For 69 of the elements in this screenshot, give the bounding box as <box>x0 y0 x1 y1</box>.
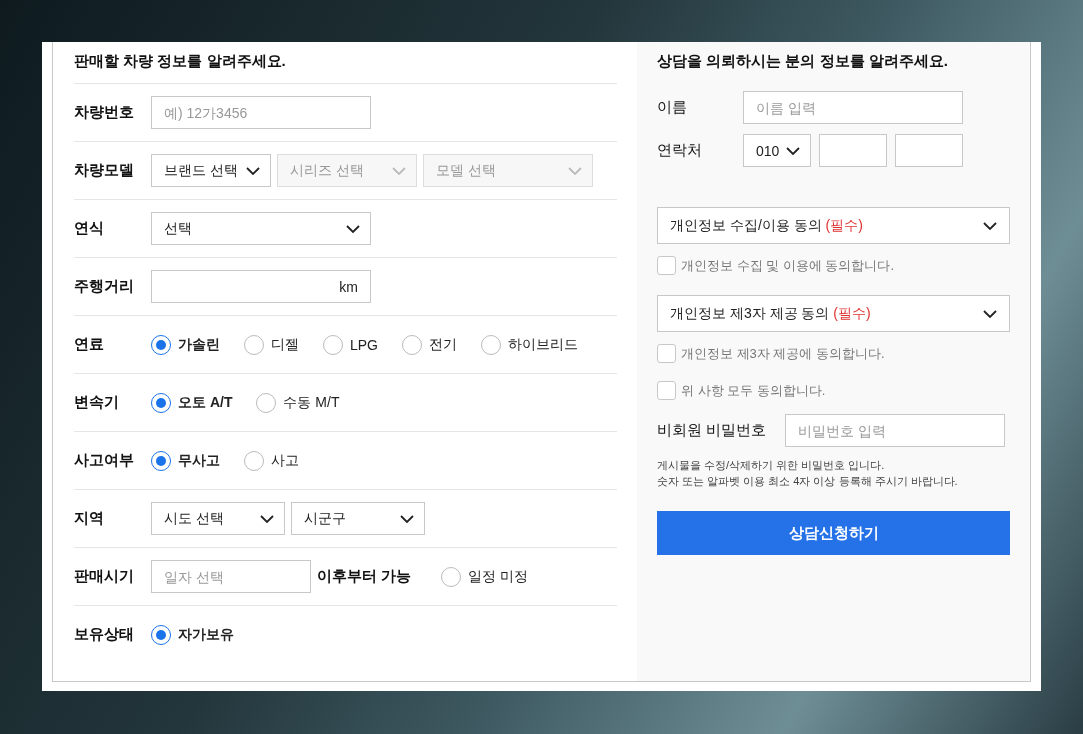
radio-button[interactable] <box>244 450 264 471</box>
password-note: 게시물을 수정/삭제하기 위한 비밀번호 입니다. 숫자 또는 알파벳 이용 최소 4자 이상 등록해 주시기 바랍니다. <box>657 458 959 489</box>
radio-button[interactable] <box>151 392 171 413</box>
chevron-down-icon <box>392 166 406 175</box>
dropdown-select[interactable]: 선택 <box>151 212 371 245</box>
radio-option[interactable]: 자가보유 <box>151 624 234 645</box>
phone-field[interactable] <box>819 134 887 167</box>
mileage-field[interactable]: km <box>151 270 371 303</box>
radio-option[interactable]: 오토 A/T <box>151 392 233 413</box>
radio-button[interactable] <box>481 334 501 355</box>
name-field[interactable]: 이름 입력 <box>743 91 963 124</box>
field-label: 연락처 <box>657 141 703 160</box>
submit-button[interactable]: 상담신청하기 <box>657 511 1010 555</box>
chevron-down-icon <box>346 224 360 233</box>
field-label: 주행거리 <box>74 277 135 296</box>
radio-option[interactable]: 가솔린 <box>151 334 220 355</box>
field-label: 비회원 비밀번호 <box>657 421 768 440</box>
radio-button[interactable] <box>323 334 343 355</box>
dropdown-select[interactable]: 브랜드 선택 <box>151 154 271 187</box>
phone-prefix-select[interactable]: 010 <box>743 134 811 167</box>
checkbox[interactable] <box>657 381 676 400</box>
chevron-down-icon <box>400 514 414 523</box>
field-label: 변속기 <box>74 393 120 412</box>
radio-option[interactable]: 일정 미정 <box>441 566 529 587</box>
field-label: 지역 <box>74 509 105 528</box>
section-title: 상담을 의뢰하시는 분의 정보를 알려주세요. <box>657 51 949 71</box>
radio-button[interactable] <box>151 624 171 645</box>
radio-option[interactable]: 무사고 <box>151 450 220 471</box>
radio-option[interactable]: 수동 M/T <box>256 392 340 413</box>
field-label: 차량번호 <box>74 103 135 122</box>
chevron-down-icon <box>786 146 800 155</box>
chevron-down-icon <box>983 221 997 230</box>
chevron-down-icon <box>983 309 997 318</box>
dropdown-select[interactable]: 시도 선택 <box>151 502 285 535</box>
radio-button[interactable] <box>256 392 277 413</box>
consent-accordion[interactable]: 개인정보 수집/이용 동의 (필수) <box>657 207 1010 244</box>
checkbox-label: 위 사항 모두 동의합니다. <box>681 381 826 400</box>
radio-button[interactable] <box>441 566 462 587</box>
radio-button[interactable] <box>151 450 171 471</box>
field-suffix: 이후부터 가능 <box>317 567 412 586</box>
password-field[interactable]: 비밀번호 입력 <box>785 414 1005 447</box>
radio-option[interactable]: LPG <box>323 334 378 355</box>
checkbox[interactable] <box>657 256 676 275</box>
field-label: 연료 <box>74 335 105 354</box>
checkbox[interactable] <box>657 344 676 363</box>
radio-option[interactable]: 사고 <box>244 450 299 471</box>
plate-number-field[interactable]: 예) 12가3456 <box>151 96 371 129</box>
chevron-down-icon <box>260 514 274 523</box>
field-label: 보유상태 <box>74 625 135 644</box>
date-field[interactable]: 일자 선택 <box>151 560 311 593</box>
radio-option[interactable]: 디젤 <box>244 334 299 355</box>
section-title: 판매할 차량 정보를 알려주세요. <box>74 51 287 71</box>
consent-accordion[interactable]: 개인정보 제3자 제공 동의 (필수) <box>657 295 1010 332</box>
radio-button[interactable] <box>151 334 171 355</box>
radio-button[interactable] <box>402 334 422 355</box>
field-label: 차량모델 <box>74 161 135 180</box>
checkbox-label: 개인정보 수집 및 이용에 동의합니다. <box>681 256 895 275</box>
field-label: 사고여부 <box>74 451 135 470</box>
radio-option[interactable]: 하이브리드 <box>481 334 578 355</box>
dropdown-select[interactable]: 시군구 <box>291 502 425 535</box>
field-label: 판매시기 <box>74 567 135 586</box>
checkbox-label: 개인정보 제3자 제공에 동의합니다. <box>681 344 885 363</box>
field-label: 연식 <box>74 219 105 238</box>
field-label: 이름 <box>657 98 688 117</box>
chevron-down-icon <box>568 166 582 175</box>
phone-field[interactable] <box>895 134 963 167</box>
chevron-down-icon <box>246 166 260 175</box>
radio-button[interactable] <box>244 334 264 355</box>
radio-option[interactable]: 전기 <box>402 334 457 355</box>
